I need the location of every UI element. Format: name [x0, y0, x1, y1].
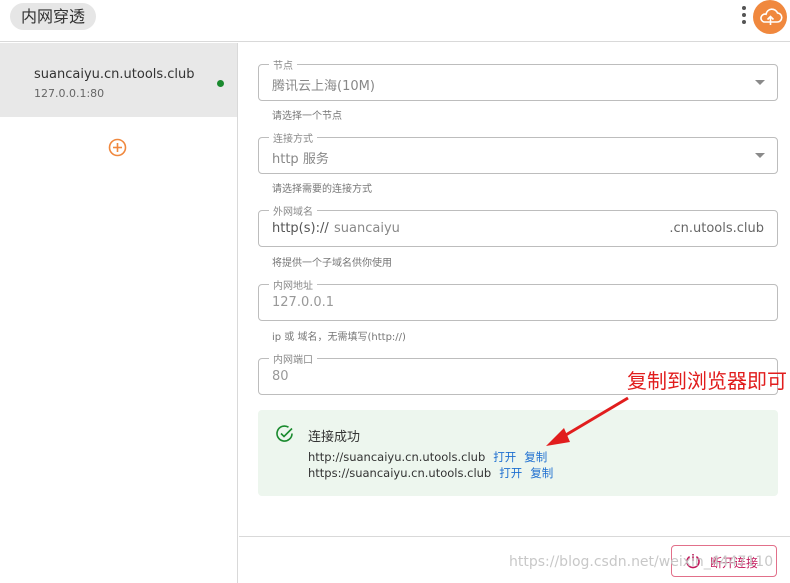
open-link[interactable]: 打开: [499, 466, 522, 480]
method-hint: 请选择需要的连接方式: [272, 184, 372, 195]
status-dot: [217, 80, 224, 87]
local-port-label: 内网端口: [269, 351, 317, 366]
connection-domain: suancaiyu.cn.utools.club: [34, 67, 195, 82]
domain-prefix: http(s)://: [272, 221, 329, 236]
sidebar-item-connection[interactable]: suancaiyu.cn.utools.club 127.0.0.1:80: [0, 43, 237, 117]
node-hint: 请选择一个节点: [272, 111, 342, 122]
domain-input[interactable]: suancaiyu: [334, 221, 400, 236]
cloud-upload-icon[interactable]: [753, 0, 787, 34]
method-value: http 服务: [272, 152, 329, 167]
add-circle-icon[interactable]: [108, 138, 127, 157]
node-label: 节点: [269, 57, 297, 72]
app-title: 内网穿透: [10, 3, 97, 30]
sidebar: suancaiyu.cn.utools.club 127.0.0.1:80: [0, 43, 238, 583]
status-title: 连接成功: [308, 430, 361, 445]
footer-divider: [239, 536, 790, 537]
node-value: 腾讯云上海(10M): [272, 79, 375, 94]
url-row-http: http://suancaiyu.cn.utools.club 打开 复制: [308, 449, 547, 465]
url-text: http://suancaiyu.cn.utools.club: [308, 450, 486, 464]
node-select[interactable]: 节点 腾讯云上海(10M): [258, 57, 778, 101]
more-vert-icon[interactable]: [741, 4, 747, 28]
domain-label: 外网域名: [269, 203, 317, 218]
chevron-down-icon: [755, 153, 765, 158]
local-address-hint: ip 或 域名，无需填写(http://): [272, 332, 406, 343]
method-select[interactable]: 连接方式 http 服务: [258, 130, 778, 174]
copy-link[interactable]: 复制: [530, 466, 553, 480]
domain-suffix: .cn.utools.club: [669, 221, 764, 236]
local-address-field[interactable]: 内网地址 127.0.0.1: [258, 277, 778, 321]
main-panel: 节点 腾讯云上海(10M) 请选择一个节点 连接方式 http 服务 请选择需要…: [239, 43, 790, 583]
annotation-text: 复制到浏览器即可: [627, 369, 787, 393]
open-link[interactable]: 打开: [493, 450, 516, 464]
domain-hint: 将提供一个子域名供你使用: [272, 258, 392, 269]
local-address-label: 内网地址: [269, 277, 317, 292]
copy-link[interactable]: 复制: [524, 450, 547, 464]
check-circle-icon: [275, 424, 295, 444]
url-row-https: https://suancaiyu.cn.utools.club 打开 复制: [308, 465, 553, 481]
domain-field[interactable]: 外网域名 http(s):// suancaiyu .cn.utools.clu…: [258, 203, 778, 247]
local-address-input[interactable]: 127.0.0.1: [272, 295, 334, 310]
top-bar: 内网穿透: [0, 0, 790, 42]
watermark: https://blog.csdn.net/weixin_4447110: [509, 554, 774, 570]
annotation-arrow-icon: [546, 396, 629, 446]
url-text: https://suancaiyu.cn.utools.club: [308, 466, 492, 480]
connection-status-panel: 连接成功 http://suancaiyu.cn.utools.club 打开 复制…: [258, 410, 778, 496]
connection-address: 127.0.0.1:80: [34, 87, 105, 100]
chevron-down-icon: [755, 80, 765, 85]
local-port-input[interactable]: 80: [272, 369, 289, 384]
method-label: 连接方式: [269, 130, 317, 145]
